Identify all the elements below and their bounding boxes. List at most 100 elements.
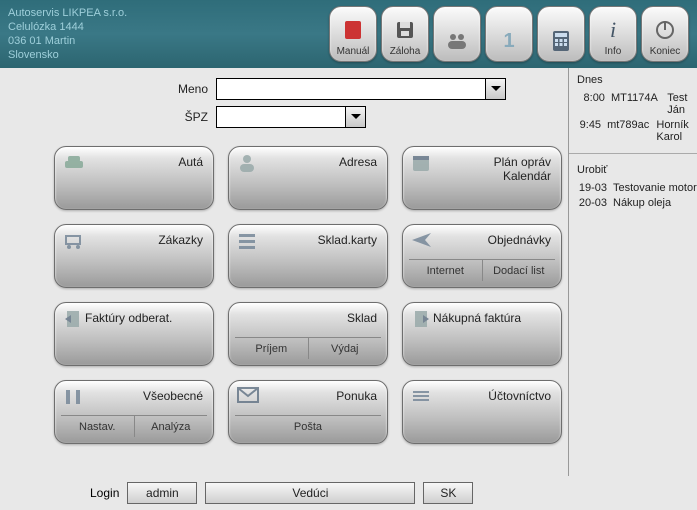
users-icon [444,28,470,54]
tile-nakupna[interactable]: Nákupná faktúra [402,302,562,366]
tile-label: Ponuka [336,389,377,403]
company-name: Autoservis LIKPEA s.r.o. [8,6,127,20]
invoice-in-icon [411,309,433,331]
today-time: 9:45 [577,119,601,143]
tile-sklad[interactable]: Sklad Príjem Výdaj [228,302,388,366]
calendar-icon [411,153,433,175]
manual-label: Manuál [337,46,370,57]
login-user-box[interactable]: admin [127,482,197,504]
info-button[interactable]: i Info [589,6,637,62]
pdf-icon [340,17,366,43]
tile-grid: Autá Adresa Plán opráv Kalendár Zákazky … [54,146,562,444]
tile-faktury[interactable]: Faktúry odberat. [54,302,214,366]
tile-auta[interactable]: Autá [54,146,214,210]
tile-label: Faktúry odberat. [85,311,172,325]
today-name: Test Ján [667,92,697,116]
today-name: Horník Karol [656,119,697,143]
sub-vydaj[interactable]: Výdaj [308,337,382,359]
meno-label: Meno [6,82,216,96]
invoice-out-icon [63,309,85,331]
tile-label: Autá [178,155,203,169]
tile-label: Objednávky [488,233,551,247]
shelves-icon [237,231,259,253]
todo-date: 20-03 [577,197,607,209]
chevron-down-icon[interactable] [485,79,505,99]
tile-zakazky[interactable]: Zákazky [54,224,214,288]
company-street: Celulózka 1444 [8,20,127,34]
todo-date: 19-03 [577,182,607,194]
company-block: Autoservis LIKPEA s.r.o. Celulózka 1444 … [8,6,127,62]
login-label: Login [90,486,119,500]
cart-icon [63,231,85,253]
spz-row: ŠPZ [6,106,562,128]
meno-row: Meno [6,78,562,100]
tile-ponuka[interactable]: Ponuka Pošta [228,380,388,444]
meno-combo[interactable] [216,78,506,100]
footer-bar: Login admin Vedúci SK [0,476,697,510]
sub-dodaci-list[interactable]: Dodací list [482,259,556,281]
login-role-box[interactable]: Vedúci [205,482,415,504]
tile-label: Všeobecné [143,389,203,403]
users-button[interactable] [433,6,481,62]
today-time: 8:00 [577,92,605,116]
tile-label: Zákazky [158,233,203,247]
right-panel: Dnes 8:00 MT1174A Test Ján 9:45 mt789ac … [568,68,697,476]
app-header: Autoservis LIKPEA s.r.o. Celulózka 1444 … [0,0,697,68]
tile-skladkarty[interactable]: Sklad.karty [228,224,388,288]
todo-title: Urobiť [577,164,697,176]
info-label: Info [605,46,622,57]
left-panel: Meno ŠPZ Autá Adresa Plán opráv [0,68,568,476]
power-icon [652,17,678,43]
sub-internet[interactable]: Internet [409,259,482,281]
chevron-down-icon[interactable] [345,107,365,127]
company-city: 036 01 Martin [8,34,127,48]
tile-label: Nákupná faktúra [433,311,521,325]
exit-button[interactable]: Koniec [641,6,689,62]
today-title: Dnes [577,74,697,86]
tile-plan[interactable]: Plán opráv Kalendár [402,146,562,210]
tile-label: Plán opráv [494,155,551,169]
tile-label: Sklad [347,311,377,325]
todo-row: 20-03 Nákup oleja [577,197,697,209]
backup-button[interactable]: Záloha [381,6,429,62]
tile-adresa[interactable]: Adresa [228,146,388,210]
columns-icon [63,387,85,409]
exit-label: Koniec [650,46,681,57]
envelope-icon [237,387,259,409]
today-row: 8:00 MT1174A Test Ján [577,92,697,116]
station-icon: 1 [496,28,522,54]
spz-label: ŠPZ [6,110,216,124]
sub-analyza[interactable]: Analýza [134,415,208,437]
todo-text: Testovanie motora [613,182,697,194]
plane-icon [411,231,433,253]
tile-label-2: Kalendár [503,169,551,183]
sub-nastav[interactable]: Nastav. [61,415,134,437]
tile-label: Adresa [339,155,377,169]
person-icon [237,153,259,175]
calculator-icon [548,28,574,54]
tile-label: Sklad.karty [318,233,377,247]
todo-row: 19-03 Testovanie motora [577,182,697,194]
sub-posta[interactable]: Pošta [235,415,381,437]
todo-text: Nákup oleja [613,197,671,209]
tile-vseobecne[interactable]: Všeobecné Nastav. Analýza [54,380,214,444]
backup-label: Záloha [390,46,421,57]
tile-label: Účtovníctvo [488,389,551,403]
ledger-icon [411,387,433,409]
today-plate: MT1174A [611,92,661,116]
calculator-button[interactable] [537,6,585,62]
divider [569,153,697,154]
header-buttons: Manuál Záloha 1 i Info Koniec [329,6,689,62]
company-country: Slovensko [8,48,127,62]
tile-uctovnictvo[interactable]: Účtovníctvo [402,380,562,444]
sub-prijem[interactable]: Príjem [235,337,308,359]
station-button[interactable]: 1 [485,6,533,62]
manual-button[interactable]: Manuál [329,6,377,62]
cars-icon [63,153,85,175]
lang-box[interactable]: SK [423,482,473,504]
today-plate: mt789ac [607,119,650,143]
spz-combo[interactable] [216,106,366,128]
main-area: Meno ŠPZ Autá Adresa Plán opráv [0,68,697,476]
today-row: 9:45 mt789ac Horník Karol [577,119,697,143]
tile-objednavky[interactable]: Objednávky Internet Dodací list [402,224,562,288]
